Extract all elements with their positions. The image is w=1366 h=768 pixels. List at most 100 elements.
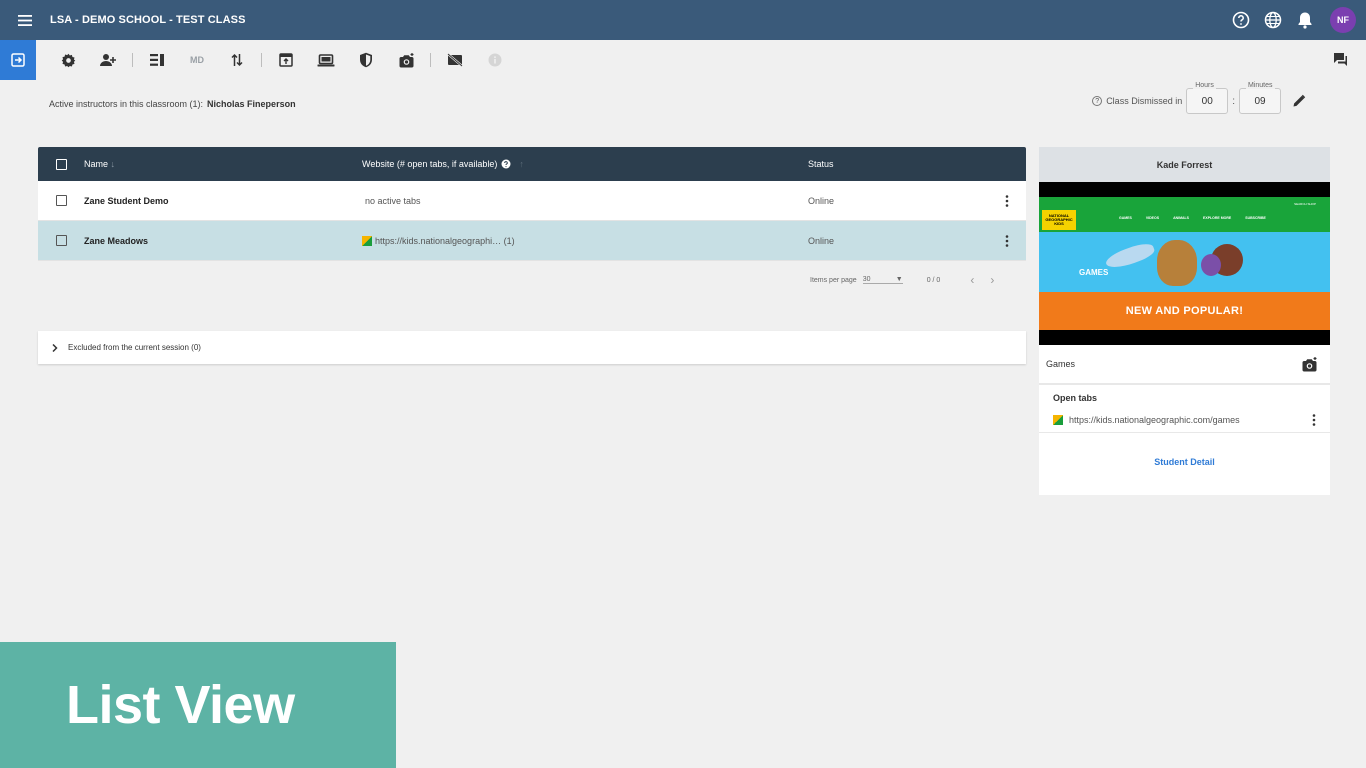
hours-field[interactable]: Hours 00 — [1186, 82, 1229, 114]
sort-arrow-down-icon: ↓ — [110, 159, 116, 169]
header-website-label: Website (# open tabs, if available) — [362, 159, 498, 169]
thumb-nav-item: GAMES — [1119, 216, 1132, 220]
help-icon[interactable] — [501, 159, 511, 169]
toolbar: MD — [0, 40, 1366, 80]
info-button[interactable] — [481, 46, 509, 74]
student-preview-panel: Kade Forrest SEARCH SHOP NATIONAL GEOGRA… — [1039, 147, 1330, 495]
toolbar-separator — [430, 53, 431, 67]
md-button[interactable]: MD — [183, 46, 211, 74]
row-menu-button[interactable] — [988, 234, 1026, 247]
globe-icon[interactable] — [1262, 9, 1284, 31]
preview-student-name: Kade Forrest — [1039, 147, 1330, 182]
add-student-button[interactable] — [94, 46, 122, 74]
header-status[interactable]: Status — [808, 159, 988, 169]
view-columns-button[interactable] — [143, 46, 171, 74]
thumb-nav-item: ANIMALS — [1173, 216, 1190, 220]
camera-icon[interactable] — [1301, 356, 1318, 372]
view-columns-icon — [150, 54, 164, 66]
laptop-button[interactable] — [312, 46, 340, 74]
student-website: no active tabs — [362, 196, 808, 206]
toolbar-separator — [261, 53, 262, 67]
settings-button[interactable] — [54, 46, 82, 74]
screen-off-icon — [447, 53, 463, 67]
shield-icon — [360, 52, 372, 68]
prev-page-icon[interactable]: ‹ — [970, 273, 974, 287]
select-all-cell — [38, 158, 84, 170]
header-name[interactable]: Name ↓ — [84, 159, 362, 169]
avatar[interactable]: NF — [1330, 7, 1356, 33]
sort-button[interactable] — [223, 46, 251, 74]
thumb-games-label: GAMES — [1079, 268, 1109, 277]
row-checkbox-cell — [38, 235, 84, 246]
row-menu-button[interactable] — [988, 194, 1026, 207]
open-tab-item[interactable]: https://kids.nationalgeographic.com/game… — [1039, 407, 1330, 433]
row-checkbox[interactable] — [55, 195, 67, 206]
more-vert-icon[interactable] — [1312, 413, 1316, 426]
chat-button[interactable] — [1333, 52, 1348, 71]
student-website[interactable]: https://kids.nationalgeographi… (1) — [362, 235, 808, 246]
screen-off-button[interactable] — [441, 46, 469, 74]
thumb-banner: NEW AND POPULAR! — [1039, 292, 1330, 330]
favicon-icon — [362, 235, 372, 246]
row-checkbox-cell — [38, 195, 84, 206]
next-page-icon[interactable]: › — [990, 273, 994, 287]
toolbar-separator — [132, 53, 133, 67]
pencil-icon — [1293, 94, 1306, 106]
block-sites-button[interactable] — [352, 46, 380, 74]
exit-icon — [11, 53, 25, 67]
student-name[interactable]: Zane Meadows — [84, 236, 362, 246]
time-colon: : — [1232, 95, 1235, 107]
pagination: Items per page 30 ▼ 0 / 0 ‹ › — [810, 273, 994, 287]
chevron-right-icon — [52, 343, 58, 352]
sort-arrow-up-icon: ↑ — [519, 159, 524, 169]
table-header: Name ↓ Website (# open tabs, if availabl… — [38, 147, 1026, 181]
bell-icon[interactable] — [1294, 9, 1316, 31]
items-per-page-select[interactable]: 30 ▼ — [862, 276, 903, 284]
items-per-page-label: Items per page — [810, 276, 857, 284]
open-tab-button[interactable] — [272, 46, 300, 74]
beaver-graphic — [1157, 240, 1197, 286]
settings-icon — [61, 53, 75, 67]
website-text: https://kids.nationalgeographi… (1) — [375, 235, 515, 246]
excluded-panel[interactable]: Excluded from the current session (0) — [38, 331, 1026, 364]
page-range: 0 / 0 — [926, 276, 941, 284]
thumb-top-links: SEARCH SHOP — [1294, 202, 1316, 206]
menu-icon[interactable] — [0, 0, 50, 40]
select-all-checkbox[interactable] — [55, 158, 67, 170]
more-vert-icon — [1005, 234, 1009, 247]
help-icon[interactable]: ? — [1092, 96, 1103, 106]
table-row[interactable]: Zane Student Demo no active tabs Online — [38, 181, 1026, 221]
row-checkbox[interactable] — [55, 235, 67, 246]
open-tab-icon — [279, 53, 293, 67]
exit-class-button[interactable] — [0, 40, 36, 80]
dismiss-label: Class Dismissed in — [1106, 96, 1183, 106]
student-table: Name ↓ Website (# open tabs, if availabl… — [38, 147, 1026, 261]
tool-group: MD — [48, 46, 515, 74]
instructor-name: Nicholas Fineperson — [207, 99, 296, 109]
edit-timer-button[interactable] — [1293, 94, 1306, 109]
open-tab-info: https://kids.nationalgeographic.com/game… — [1053, 414, 1240, 425]
octopus-graphic — [1201, 254, 1221, 276]
screen-thumbnail[interactable]: SEARCH SHOP NATIONAL GEOGRAPHIC KIDS GAM… — [1039, 182, 1330, 345]
page-nav: ‹ › — [970, 273, 994, 287]
info-icon — [488, 53, 502, 67]
header-website[interactable]: Website (# open tabs, if available) ↑ — [362, 159, 808, 169]
table-row[interactable]: Zane Meadows https://kids.nationalgeogra… — [38, 221, 1026, 261]
student-name[interactable]: Zane Student Demo — [84, 196, 362, 206]
student-detail-link[interactable]: Student Detail — [1039, 457, 1330, 467]
student-status: Online — [808, 195, 835, 206]
help-icon[interactable] — [1230, 9, 1252, 31]
student-status: Online — [808, 235, 835, 246]
thumb-nav-bar — [1039, 197, 1330, 232]
class-title: LSA - DEMO SCHOOL - TEST CLASS — [50, 14, 246, 26]
items-per-page-value: 30 — [862, 276, 871, 283]
screenshot-button[interactable] — [392, 46, 420, 74]
chat-icon — [1334, 53, 1347, 66]
minutes-field[interactable]: Minutes 09 — [1239, 82, 1281, 114]
class-dismiss-timer: ? Class Dismissed in Hours 00 : Minutes … — [1092, 82, 1306, 114]
favicon-icon — [1053, 414, 1063, 425]
camera-icon — [399, 52, 413, 67]
hours-label: Hours — [1193, 82, 1216, 89]
laptop-icon — [317, 53, 335, 66]
thumb-nav: GAMES VIDEOS ANIMALS EXPLORE MORE SUBSCR… — [1119, 216, 1266, 220]
